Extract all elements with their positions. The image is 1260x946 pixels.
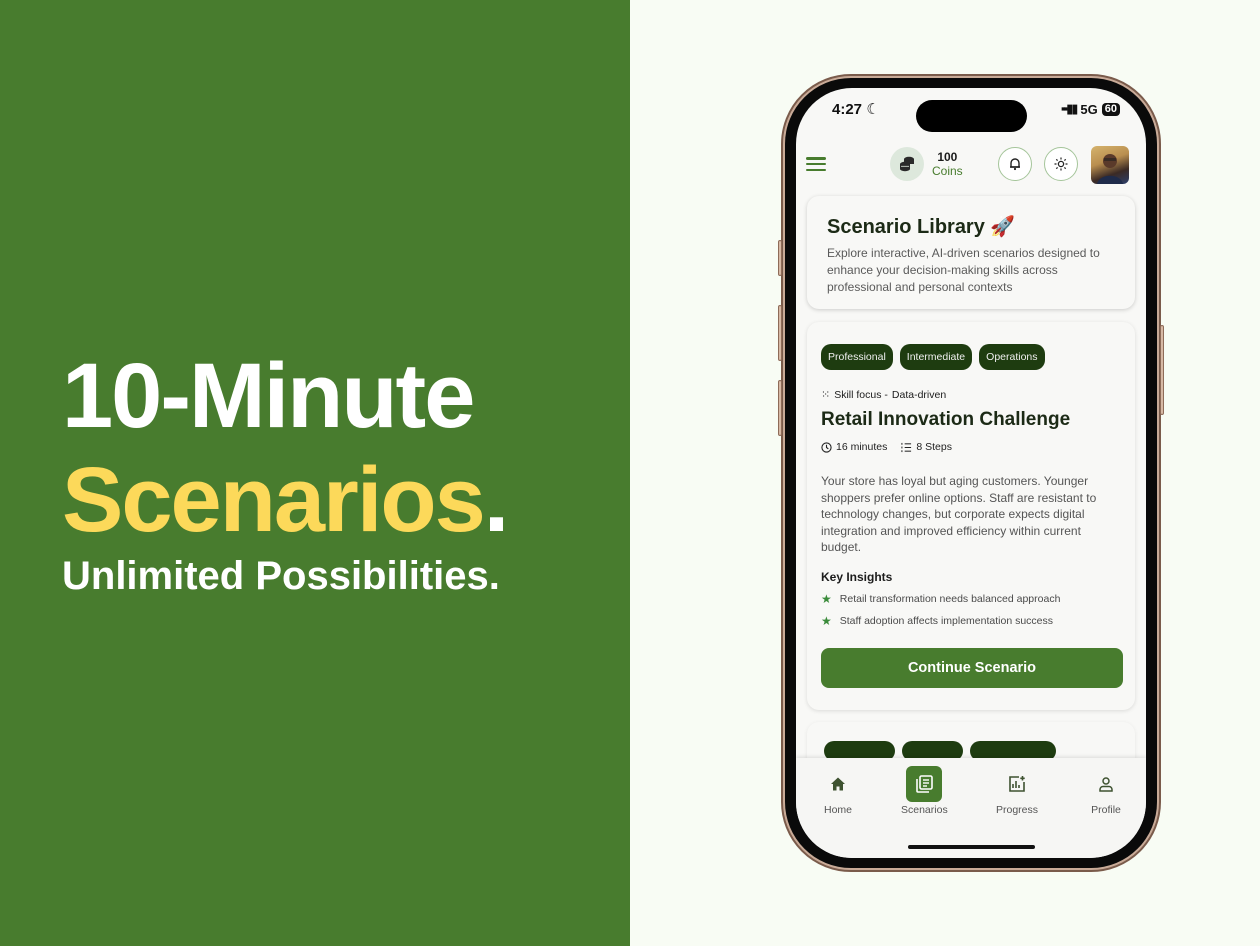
nav-home-label: Home (823, 804, 852, 816)
steps: 8 Steps (901, 441, 952, 453)
hero-headline-2: Scenarios. (62, 444, 510, 556)
insight-item: ★ Staff adoption affects implementation … (821, 614, 1121, 628)
tag-domain: Operations (979, 344, 1045, 370)
network-label: 5G (1080, 101, 1098, 117)
star-icon: ★ (821, 591, 832, 606)
promo-panel: 10-Minute Scenarios. Unlimited Possibili… (0, 0, 630, 946)
home-indicator[interactable] (908, 845, 1035, 849)
app-header: 100 Coins (796, 140, 1146, 188)
duration-text: 16 minutes (836, 441, 888, 453)
scenario-card[interactable]: Professional Intermediate Operations ⁙ S… (807, 322, 1135, 710)
moon-icon: ☾ (866, 101, 880, 118)
sun-icon (1054, 157, 1068, 171)
status-indicators: ▪▪▮▮ 5G 60 (1061, 101, 1120, 117)
key-insights-title: Key Insights (821, 569, 893, 584)
skill-focus: ⁙ Skill focus - Data-driven (821, 388, 1121, 402)
library-intro-card: Scenario Library 🚀 Explore interactive, … (807, 196, 1135, 309)
hero-dot: . (483, 449, 510, 551)
phone-volume-down (778, 380, 782, 436)
nav-home[interactable]: Home (820, 766, 856, 816)
status-bar: 4:27 ☾ ▪▪▮▮ 5G 60 (796, 88, 1146, 132)
scenarios-icon (906, 766, 943, 802)
phone-screen: 4:27 ☾ ▪▪▮▮ 5G 60 100 Coins Scenario Lib… (796, 88, 1146, 858)
status-time: 4:27 ☾ (832, 100, 880, 118)
user-avatar[interactable] (1091, 146, 1129, 184)
phone-power-button (1160, 325, 1164, 415)
menu-icon[interactable] (806, 157, 826, 171)
time-text: 4:27 (832, 101, 863, 118)
coins-icon (890, 147, 924, 181)
nav-scenarios[interactable]: Scenarios (901, 766, 948, 816)
insight-item: ★ Retail transformation needs balanced a… (821, 592, 1121, 606)
scenario-title: Retail Innovation Challenge (821, 409, 1071, 430)
tag-category: Professional (821, 344, 893, 370)
phone-volume-up (778, 305, 782, 361)
skill-focus-label: Skill focus - (834, 388, 888, 401)
star-icon: ★ (821, 613, 832, 628)
battery-icon: 60 (1101, 102, 1120, 116)
progress-icon (999, 766, 1035, 802)
nav-profile-label: Profile (1091, 804, 1121, 816)
hero-headline-2-text: Scenarios (62, 449, 486, 551)
signal-icon: ▪▪▮▮ (1060, 101, 1078, 116)
tag-level: Intermediate (899, 344, 973, 370)
scenario-tags: Professional Intermediate Operations (821, 344, 1121, 370)
nav-progress-label: Progress (996, 804, 1039, 816)
list-icon (901, 442, 912, 452)
bottom-navigation: Home Scenarios Progress Profile (796, 758, 1146, 858)
insight-text: Retail transformation needs balanced app… (839, 592, 1061, 605)
continue-scenario-button[interactable]: Continue Scenario (821, 647, 1123, 688)
hero-subheadline: Unlimited Possibilities. (62, 554, 500, 598)
profile-icon (1088, 766, 1124, 802)
nav-progress[interactable]: Progress (996, 766, 1038, 816)
coins-value: 100 (937, 150, 958, 164)
notifications-button[interactable] (998, 147, 1032, 181)
scenario-meta: 16 minutes 8 Steps (821, 441, 1121, 453)
coins-label: Coins (932, 164, 963, 178)
nav-scenarios-label: Scenarios (901, 804, 948, 816)
insight-text: Staff adoption affects implementation su… (839, 614, 1054, 627)
home-icon (820, 766, 856, 802)
hero-headline-1: 10-Minute (62, 345, 475, 447)
bell-icon (1010, 158, 1020, 171)
library-title: Scenario Library 🚀 (827, 216, 1016, 238)
library-description: Explore interactive, AI-driven scenarios… (827, 246, 1100, 294)
theme-toggle-button[interactable] (1044, 147, 1078, 181)
skill-focus-value: Data-driven (891, 388, 947, 401)
hero-text: 10-Minute Scenarios. Unlimited Possibili… (62, 345, 510, 600)
steps-text: 8 Steps (916, 441, 952, 453)
skill-focus-icon: ⁙ (821, 389, 831, 401)
nav-profile[interactable]: Profile (1088, 766, 1124, 816)
phone-action-button (778, 240, 782, 276)
scenario-description: Your store has loyal but aging customers… (821, 474, 1097, 554)
duration: 16 minutes (821, 441, 887, 453)
coins-counter: 100 Coins (932, 150, 963, 178)
dynamic-island (916, 100, 1027, 132)
clock-icon (821, 441, 832, 453)
